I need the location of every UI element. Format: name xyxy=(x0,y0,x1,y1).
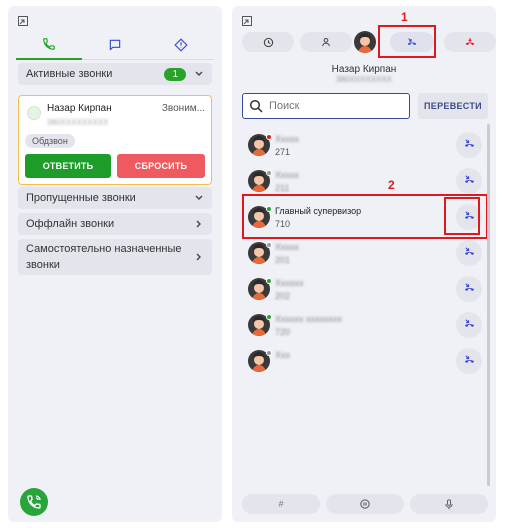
contact-search[interactable] xyxy=(242,93,410,119)
history-icon xyxy=(263,37,273,47)
transfer-to-contact-button[interactable] xyxy=(456,348,482,374)
presence-status-dot xyxy=(266,242,272,248)
dialpad-button[interactable]: # xyxy=(242,494,320,514)
transfer-to-contact-button[interactable] xyxy=(456,168,482,194)
user-icon xyxy=(322,37,330,47)
chevron-right-icon xyxy=(196,253,201,261)
contact-row[interactable]: Ххххх 271 xyxy=(242,128,488,164)
call-status: Звоним... xyxy=(161,103,205,114)
missed-calls-header[interactable]: Пропущенные звонки xyxy=(18,187,212,209)
contact-extension: 271 xyxy=(275,147,291,157)
transfer-icon xyxy=(463,173,476,189)
current-user-number: 380XXXXXXXX xyxy=(335,75,393,84)
tickets-icon xyxy=(174,37,188,52)
chevron-down-icon xyxy=(195,71,203,76)
missed-calls-label: Пропущенные звонки xyxy=(26,192,136,204)
presence-status-dot xyxy=(266,350,272,356)
contact-row[interactable]: Хххххх хххххххх 720 xyxy=(242,308,488,344)
contact-name: Ххххх xyxy=(275,170,300,180)
contact-name: Хххххх хххххххх xyxy=(275,314,343,324)
calls-panel: Активные звонки 1 Назар Кирпан 380XXXXXX… xyxy=(8,6,222,522)
panel-tabs xyxy=(16,30,214,60)
hold-icon xyxy=(360,499,370,509)
active-calls-header[interactable]: Активные звонки 1 xyxy=(18,63,212,85)
call-tag: Обдзвон xyxy=(25,134,75,148)
transfer-panel: 1 Назар Кирпан 380XXXXXXXX ПЕРЕВЕСТИ 2 Х… xyxy=(232,6,496,522)
search-icon xyxy=(249,99,263,113)
transfer-icon xyxy=(463,281,476,297)
chat-icon xyxy=(109,39,121,50)
contact-extension: 201 xyxy=(275,255,291,265)
caller-avatar xyxy=(27,106,41,120)
transfer-icon xyxy=(463,137,476,153)
reject-button[interactable]: СБРОСИТЬ xyxy=(117,154,205,178)
contact-button[interactable] xyxy=(300,32,352,52)
contact-row[interactable]: Хххххх 202 xyxy=(242,272,488,308)
chevron-down-icon xyxy=(195,195,203,200)
hangup-button[interactable] xyxy=(444,32,496,52)
current-user-avatar xyxy=(354,31,376,53)
contact-name: Хххххх xyxy=(275,278,304,288)
transfer-icon xyxy=(463,353,476,369)
self-assigned-calls-header[interactable]: Самостоятельно назначенные звонки xyxy=(18,239,212,275)
avatar-image xyxy=(354,31,376,53)
tab-calls[interactable] xyxy=(16,30,82,60)
caller-number: 380XXXXXXXXX xyxy=(47,118,109,127)
phone-icon xyxy=(27,495,41,509)
transfer-icon xyxy=(463,245,476,261)
transfer-to-contact-button[interactable] xyxy=(456,276,482,302)
presence-status-dot xyxy=(266,314,272,320)
hold-button[interactable] xyxy=(326,494,404,514)
tab-chat[interactable] xyxy=(82,30,148,60)
chevron-right-icon xyxy=(196,220,201,228)
current-user-name: Назар Кирпан xyxy=(331,64,397,75)
mute-button[interactable] xyxy=(410,494,488,514)
active-calls-label: Активные звонки xyxy=(26,68,113,80)
search-input[interactable] xyxy=(269,100,389,112)
tab-tickets[interactable] xyxy=(148,30,214,60)
contact-name: Ххххх xyxy=(275,134,300,144)
expand-icon[interactable] xyxy=(242,16,252,26)
transfer-to-contact-button[interactable] xyxy=(456,132,482,158)
presence-status-dot xyxy=(266,170,272,176)
incoming-call-card: Назар Кирпан 380XXXXXXXXX Звоним... Обдз… xyxy=(18,95,212,185)
transfer-to-contact-button[interactable] xyxy=(456,240,482,266)
self-assigned-calls-label: Самостоятельно назначенные звонки xyxy=(26,243,182,271)
contact-list: Ххххх 271 Ххххх 211 Главный супервизор 710 Ххх… xyxy=(242,124,488,390)
contact-extension: 720 xyxy=(275,327,291,337)
contact-row[interactable]: Ххх xyxy=(242,344,488,380)
mic-icon xyxy=(445,498,453,509)
presence-status-dot xyxy=(266,278,272,284)
transfer-to-contact-button[interactable] xyxy=(456,312,482,338)
dialpad-icon: # xyxy=(278,499,284,509)
contact-list-scrollbar[interactable] xyxy=(487,124,490,486)
caller-name: Назар Кирпан xyxy=(47,103,112,114)
annotation-label-1: 1 xyxy=(401,10,408,24)
phone-icon xyxy=(43,38,55,50)
contact-extension: 202 xyxy=(275,291,291,301)
contact-name: Ххххх xyxy=(275,242,300,252)
transfer-submit-button[interactable]: ПЕРЕВЕСТИ xyxy=(418,93,488,119)
hangup-icon xyxy=(465,38,475,46)
transfer-icon xyxy=(463,317,476,333)
softphone-button[interactable] xyxy=(20,488,48,516)
annotation-box-2-button xyxy=(444,197,480,235)
answer-button[interactable]: ОТВЕТИТЬ xyxy=(25,154,111,178)
presence-status-dot xyxy=(266,134,272,140)
active-calls-count-badge: 1 xyxy=(164,67,186,81)
call-controls-bar: # xyxy=(242,494,488,514)
expand-icon[interactable] xyxy=(18,16,28,26)
annotation-box-1 xyxy=(378,25,436,58)
contact-row[interactable]: Ххххх 201 xyxy=(242,236,488,272)
offline-calls-header[interactable]: Оффлайн звонки xyxy=(18,213,212,235)
contact-extension: 211 xyxy=(275,183,290,193)
contact-name: Ххх xyxy=(275,350,291,360)
offline-calls-label: Оффлайн звонки xyxy=(26,218,115,230)
history-button[interactable] xyxy=(242,32,294,52)
